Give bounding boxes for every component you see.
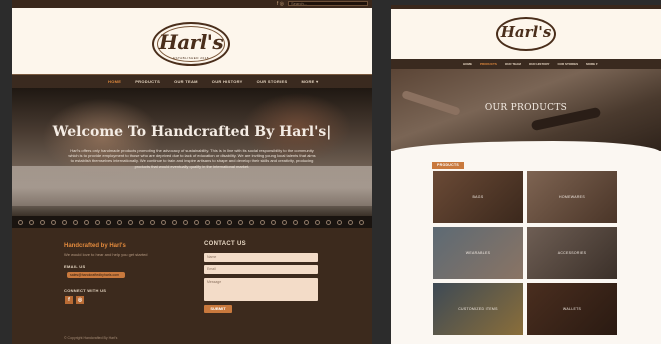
- nav-our-history[interactable]: OUR HISTORY: [212, 79, 243, 84]
- product-tile-bags[interactable]: BAGS: [433, 171, 523, 223]
- strip-dot: [326, 220, 331, 225]
- product-tile-wearables[interactable]: WEARABLES: [433, 227, 523, 279]
- products-hero: OUR PRODUCTS: [391, 69, 661, 151]
- strip-dot: [304, 220, 309, 225]
- nav-products[interactable]: PRODUCTS: [135, 79, 160, 84]
- name-field[interactable]: Name: [204, 253, 318, 262]
- strip-dot: [337, 220, 342, 225]
- products-badge: PRODUCTS: [432, 162, 465, 169]
- product-tile-accessories[interactable]: ACCESSORIES: [527, 227, 617, 279]
- decorative-strip: [12, 216, 372, 228]
- hero-description: Harl's offers only handmade products pro…: [68, 148, 316, 169]
- search-input[interactable]: Search...: [288, 1, 368, 6]
- strip-dot: [271, 220, 276, 225]
- strip-dot: [18, 220, 23, 225]
- nav-more[interactable]: MORE ▾: [586, 62, 597, 66]
- page-title: OUR PRODUCTS: [484, 103, 568, 113]
- submit-button[interactable]: SUBMIT: [204, 305, 232, 313]
- strip-dot: [359, 220, 364, 225]
- hero-title: Welcome To Handcrafted By Harl's|: [52, 124, 332, 140]
- main-nav: HOME PRODUCTS OUR TEAM OUR HISTORY OUR S…: [391, 59, 661, 69]
- top-bar: f ◎ Search...: [12, 0, 372, 8]
- strip-dot: [260, 220, 265, 225]
- email-field[interactable]: Email: [204, 265, 318, 274]
- product-label: CUSTOMIZED ITEMS: [458, 307, 498, 311]
- product-tile-homewares[interactable]: HOMEWARES: [527, 171, 617, 223]
- site-header: Harl's ESTABLISHED 2018: [12, 8, 372, 74]
- strip-dot: [73, 220, 78, 225]
- nav-our-team[interactable]: OUR TEAM: [505, 62, 521, 66]
- strip-dot: [183, 220, 188, 225]
- footer-title: Handcrafted by Harl's: [64, 243, 126, 249]
- strip-dot: [128, 220, 133, 225]
- nav-home[interactable]: HOME: [108, 79, 121, 84]
- strip-dot: [205, 220, 210, 225]
- product-tile-wallets[interactable]: WALLETS: [527, 283, 617, 335]
- strip-dot: [29, 220, 34, 225]
- strip-dot: [293, 220, 298, 225]
- hero-workbench: [12, 166, 372, 206]
- email-label: EMAIL US: [64, 264, 86, 269]
- product-label: BAGS: [472, 195, 484, 199]
- footer-tagline: We would love to hear and help you get s…: [64, 252, 148, 257]
- message-field[interactable]: Message: [204, 278, 318, 301]
- strip-dot: [216, 220, 221, 225]
- nav-more[interactable]: MORE ▾: [301, 79, 318, 84]
- social-icons[interactable]: f ◎: [277, 1, 284, 7]
- connect-label: CONNECT WITH US: [64, 288, 107, 293]
- nav-home[interactable]: HOME: [463, 62, 472, 66]
- instagram-icon[interactable]: ◎: [76, 296, 84, 304]
- product-label: WALLETS: [562, 307, 582, 311]
- site-header: Harl's: [391, 9, 661, 59]
- strip-dot: [106, 220, 111, 225]
- strip-dot: [238, 220, 243, 225]
- logo[interactable]: Harl's: [152, 30, 230, 54]
- product-label: ACCESSORIES: [557, 251, 587, 255]
- strip-dot: [348, 220, 353, 225]
- product-label: WEARABLES: [465, 251, 491, 255]
- nav-our-team[interactable]: OUR TEAM: [174, 79, 198, 84]
- product-grid: BAGS HOMEWARES WEARABLES ACCESSORIES CUS…: [429, 163, 625, 335]
- strip-dot: [194, 220, 199, 225]
- strip-dot: [95, 220, 100, 225]
- contact-title: CONTACT US: [204, 241, 246, 247]
- home-page-screenshot: f ◎ Search... Harl's ESTABLISHED 2018 HO…: [12, 0, 372, 344]
- hero-banner: Welcome To Handcrafted By Harl's| Harl's…: [12, 88, 372, 216]
- strip-dot: [62, 220, 67, 225]
- strip-dot: [161, 220, 166, 225]
- facebook-icon[interactable]: f: [65, 296, 73, 304]
- strip-dot: [249, 220, 254, 225]
- copyright: © Copyright Handcrafted By Harl's: [64, 336, 118, 340]
- logo-tagline: ESTABLISHED 2018: [173, 56, 209, 60]
- logo[interactable]: Harl's: [496, 23, 556, 41]
- product-label: HOMEWARES: [559, 195, 585, 199]
- product-tile-customized-items[interactable]: CUSTOMIZED ITEMS: [433, 283, 523, 335]
- strip-dot: [40, 220, 45, 225]
- strip-dot: [172, 220, 177, 225]
- nav-our-stories[interactable]: OUR STORIES: [558, 62, 579, 66]
- nav-our-stories[interactable]: OUR STORIES: [257, 79, 288, 84]
- nav-products[interactable]: PRODUCTS: [480, 62, 497, 66]
- strip-dot: [84, 220, 89, 225]
- strip-dot: [315, 220, 320, 225]
- email-link[interactable]: sales@handcraftedbyharls.com: [67, 272, 125, 278]
- strip-dot: [150, 220, 155, 225]
- main-nav: HOME PRODUCTS OUR TEAM OUR HISTORY OUR S…: [12, 74, 372, 89]
- hero-wave-divider: [391, 141, 661, 161]
- site-footer: Handcrafted by Harl's We would love to h…: [12, 228, 372, 344]
- strip-dot: [282, 220, 287, 225]
- nav-our-history[interactable]: OUR HISTORY: [529, 62, 550, 66]
- strip-dot: [117, 220, 122, 225]
- strip-dot: [139, 220, 144, 225]
- strip-dot: [51, 220, 56, 225]
- strip-dot: [227, 220, 232, 225]
- products-page-screenshot: Harl's HOME PRODUCTS OUR TEAM OUR HISTOR…: [391, 5, 661, 344]
